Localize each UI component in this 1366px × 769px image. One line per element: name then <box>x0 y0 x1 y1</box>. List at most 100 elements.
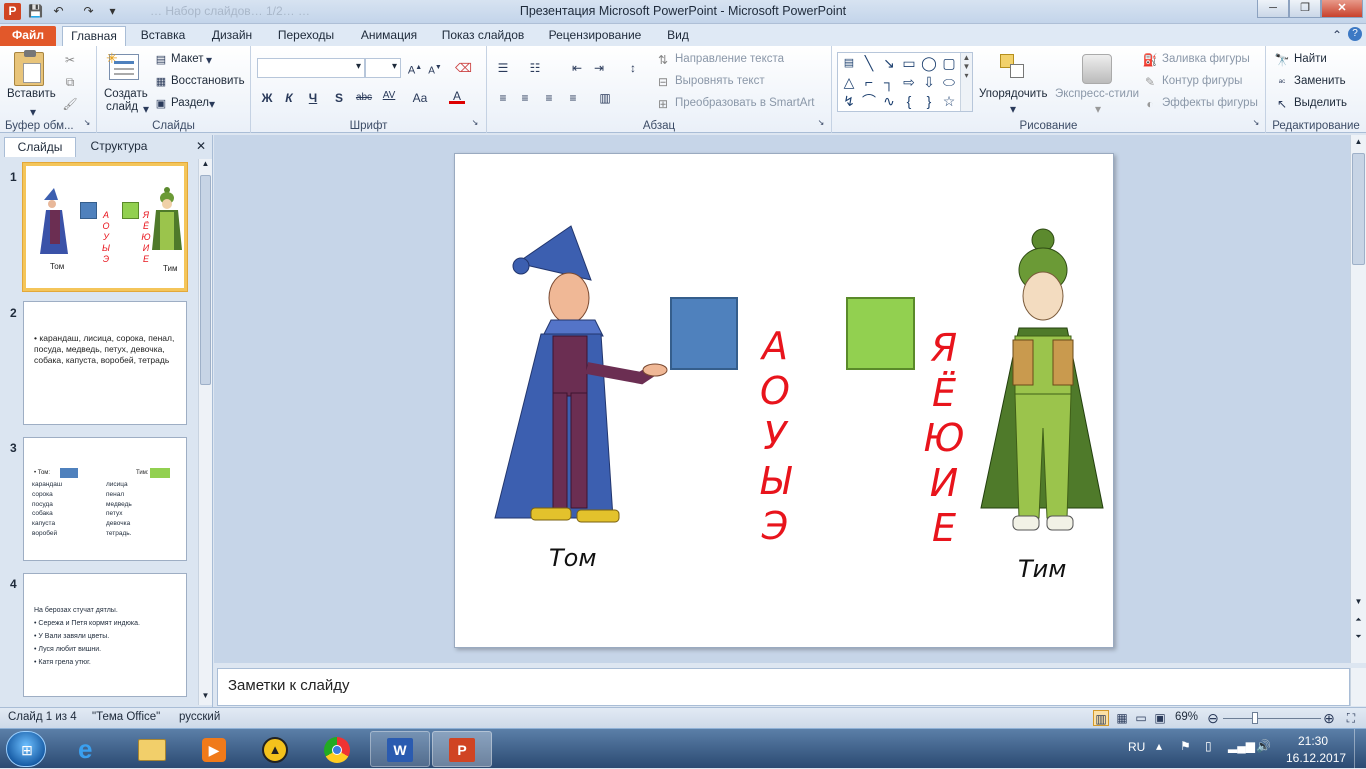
section-icon[interactable]: ▣ <box>153 96 169 112</box>
paste-button[interactable]: Вставить <box>7 88 56 100</box>
arrow-line-shape-icon[interactable]: ↘ <box>880 54 898 72</box>
tab-view[interactable]: Вид <box>660 26 696 46</box>
vowels-hard-textbox[interactable]: А О У Ы Э <box>755 324 795 549</box>
italic-button[interactable]: К <box>281 90 297 106</box>
quick-styles-icon[interactable] <box>1082 54 1112 84</box>
freeform-shape-icon[interactable]: ∿ <box>880 92 898 110</box>
tab-outline-pane[interactable]: Структура <box>80 137 158 157</box>
bullets-icon[interactable]: ☰ <box>495 60 511 76</box>
action-center-icon[interactable]: ⚑ <box>1180 739 1191 753</box>
align-right-icon[interactable]: ≡ <box>541 90 557 106</box>
align-text-button[interactable]: Выровнять текст <box>675 75 765 87</box>
shape-fill-icon[interactable]: ⛽ <box>1142 52 1158 68</box>
taskbar-chrome[interactable] <box>308 731 368 767</box>
language[interactable]: русский <box>179 711 220 723</box>
slide-thumbnail-1[interactable]: Том А О У Ы Э Я Ё Ю И Е Тим <box>22 162 188 292</box>
grow-font-icon[interactable]: A▲ <box>407 60 423 77</box>
triangle-shape-icon[interactable]: △ <box>840 73 858 91</box>
line-spacing-icon[interactable]: ↕ <box>625 60 641 76</box>
select-button[interactable]: Выделить <box>1294 97 1347 109</box>
notes-scrollbar[interactable] <box>1350 668 1366 706</box>
quick-styles-button[interactable]: Экспресс-стили <box>1055 88 1139 100</box>
justify-icon[interactable]: ≡ <box>565 90 581 106</box>
smartart-icon[interactable]: ⊞ <box>655 96 671 112</box>
select-icon[interactable]: ↖ <box>1274 96 1290 112</box>
font-color-button[interactable]: A <box>449 88 465 104</box>
slide-scroll-thumb[interactable] <box>1352 153 1365 265</box>
shapes-gallery[interactable]: ▤ ╲ ↘ ▭ ◯ ▢ △ ⌐ ┐ ⇨ ⇩ ⬭ ↯ ⌒ ∿ { } ☆ ▲ ▼ ▾ <box>837 52 973 112</box>
clock-time[interactable]: 21:30 <box>1298 734 1328 748</box>
shape-effects-icon[interactable]: ◐ <box>1142 96 1158 112</box>
clipboard-launcher-icon[interactable]: ↘ <box>82 118 92 128</box>
new-slide-button-line2[interactable]: слайд <box>106 101 138 113</box>
input-language[interactable]: RU <box>1128 740 1145 754</box>
copy-icon[interactable]: ⧉ <box>62 74 78 90</box>
strikethrough-button[interactable]: abc <box>353 90 375 106</box>
tab-slideshow[interactable]: Показ слайдов <box>436 26 530 46</box>
slide-canvas[interactable]: Том А О У Ы Э Я Ё Ю И Е Тим <box>454 153 1114 648</box>
drawing-launcher-icon[interactable]: ↘ <box>1251 118 1261 128</box>
find-button[interactable]: Найти <box>1294 53 1327 65</box>
zoom-level[interactable]: 69% <box>1175 711 1198 723</box>
shapes-scroll[interactable]: ▲ ▼ ▾ <box>960 53 972 111</box>
elbow-connector-shape-icon[interactable]: ⌐ <box>860 73 878 91</box>
slide-thumbnail-4[interactable]: На берозах стучат дятлы. • Сережа и Петя… <box>23 573 187 697</box>
taskbar-ie[interactable]: e <box>60 731 120 767</box>
format-painter-icon[interactable]: 🖌 <box>62 96 78 112</box>
layout-dropdown-icon[interactable]: ▾ <box>201 52 217 68</box>
replace-button[interactable]: Заменить <box>1294 75 1346 87</box>
arrange-button[interactable]: Упорядочить <box>979 88 1047 100</box>
blue-square-shape[interactable] <box>670 297 738 370</box>
font-launcher-icon[interactable]: ↘ <box>470 118 480 128</box>
tab-file[interactable]: Файл <box>0 26 56 46</box>
help-icon[interactable]: ? <box>1348 27 1362 41</box>
star-shape-icon[interactable]: ☆ <box>940 92 958 110</box>
curve-shape-icon[interactable]: ⌒ <box>860 92 878 110</box>
slide-thumbnail-2[interactable]: • карандаш, лисица, сорока, пенал, посуд… <box>23 301 187 425</box>
align-text-icon[interactable]: ⊟ <box>655 74 671 90</box>
normal-view-icon[interactable]: ▥ <box>1093 710 1109 726</box>
elbow-arrow-shape-icon[interactable]: ┐ <box>880 73 898 91</box>
shrink-font-icon[interactable]: A▼ <box>427 60 443 76</box>
zoom-slider[interactable] <box>1223 712 1321 724</box>
start-button[interactable]: ⊞ <box>6 731 46 767</box>
align-center-icon[interactable]: ≡ <box>517 90 533 106</box>
increase-indent-icon[interactable]: ⇥ <box>591 60 607 76</box>
close-pane-icon[interactable]: ✕ <box>192 137 210 157</box>
smartart-button[interactable]: Преобразовать в SmartArt <box>675 97 815 109</box>
minimize-ribbon-icon[interactable]: ⌃ <box>1329 27 1345 43</box>
vowels-soft-textbox[interactable]: Я Ё Ю И Е <box>919 326 969 551</box>
taskbar-powerpoint[interactable]: P <box>432 731 492 767</box>
columns-icon[interactable]: ▥ <box>597 90 613 106</box>
section-dropdown-icon[interactable]: ▾ <box>204 96 220 112</box>
taskbar-media[interactable]: ▶ <box>184 731 244 767</box>
new-slide-button[interactable]: Создать <box>104 88 148 100</box>
paste-icon[interactable] <box>14 50 44 86</box>
find-icon[interactable]: 🔭 <box>1274 52 1290 68</box>
slide-thumbnail-3[interactable]: • Том: Тим: карандаш сорока посуда собак… <box>23 437 187 561</box>
prev-slide-icon[interactable]: ⏶ <box>1352 615 1365 625</box>
shape-outline-button[interactable]: Контур фигуры <box>1162 75 1242 87</box>
text-direction-button[interactable]: Направление текста <box>675 53 784 65</box>
shape-outline-icon[interactable]: ✎ <box>1142 74 1158 90</box>
paste-dropdown-icon[interactable]: ▾ <box>25 104 41 120</box>
align-left-icon[interactable]: ≡ <box>495 90 511 106</box>
oval-shape-icon[interactable]: ◯ <box>920 54 938 72</box>
flowchart-shape-icon[interactable]: ⬭ <box>940 73 958 91</box>
tab-home[interactable]: Главная <box>62 26 126 46</box>
tab-transitions[interactable]: Переходы <box>270 26 342 46</box>
font-size-combo[interactable]: ▾ <box>365 58 401 78</box>
slide-sorter-icon[interactable]: ▦ <box>1114 710 1130 726</box>
char-spacing-button[interactable]: AV <box>379 88 399 104</box>
zoom-slider-thumb[interactable] <box>1252 712 1259 724</box>
change-case-button[interactable]: Aa <box>409 90 431 106</box>
decrease-indent-icon[interactable]: ⇤ <box>569 60 585 76</box>
text-direction-icon[interactable]: ⇅ <box>655 52 671 68</box>
underline-button[interactable]: Ч <box>305 90 321 106</box>
green-square-shape[interactable] <box>846 297 915 370</box>
taskbar-triangle-app[interactable]: ▲ <box>246 731 306 767</box>
next-slide-icon[interactable]: ⏷ <box>1352 632 1365 642</box>
tab-review[interactable]: Рецензирование <box>540 26 650 46</box>
slide-area-scrollbar[interactable]: ▲ ▼ ⏶ ⏷ <box>1350 135 1366 663</box>
taskbar-word[interactable]: W <box>370 731 430 767</box>
